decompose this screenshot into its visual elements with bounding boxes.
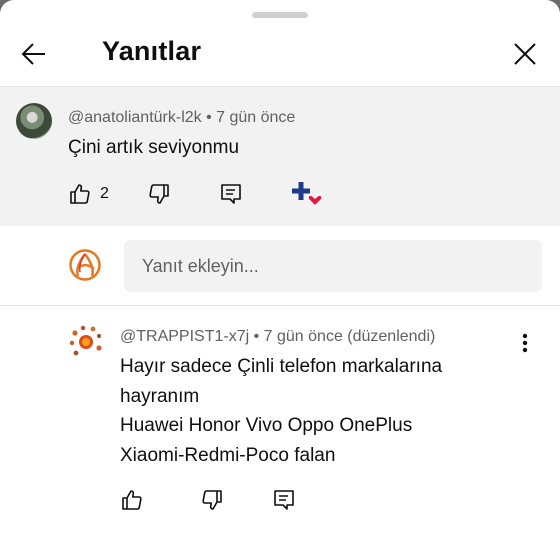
thumbs-up-icon	[120, 488, 144, 512]
avatar[interactable]	[68, 324, 104, 360]
comment-author[interactable]: @anatoliantürk-l2k	[68, 109, 202, 126]
close-button[interactable]	[505, 34, 545, 74]
meta-separator: •	[249, 328, 264, 345]
avatar[interactable]	[16, 103, 52, 139]
comment-actions	[120, 488, 296, 512]
reply-button[interactable]	[219, 182, 243, 206]
creator-heart-icon	[291, 180, 323, 208]
comment-text: Hayır sadece Çinli telefon markalarına h…	[120, 352, 520, 470]
avatar[interactable]	[68, 248, 102, 282]
reply-icon	[272, 488, 296, 512]
like-button[interactable]	[120, 488, 144, 512]
comment-author[interactable]: @TRAPPIST1-x7j	[120, 328, 249, 345]
comment-time: 7 gün önce (düzenlendi)	[263, 328, 436, 345]
comment-text: Çini artık seviyonmu	[68, 137, 240, 158]
back-arrow-icon	[20, 40, 48, 68]
reply-composer	[0, 226, 560, 306]
replies-sheet: Yanıtlar @anatoliantürk-l2k • 7 gün önce…	[0, 0, 560, 560]
reply-button[interactable]	[272, 488, 296, 512]
dislike-button[interactable]	[147, 182, 171, 206]
reply-comment: @TRAPPIST1-x7j • 7 gün önce (düzenlendi)…	[0, 306, 560, 560]
comment-line: Xiaomi-Redmi-Poco falan	[120, 444, 336, 466]
comment-meta: @TRAPPIST1-x7j • 7 gün önce (düzenlendi)	[120, 328, 435, 346]
reply-input[interactable]	[124, 240, 542, 292]
thumbs-down-icon	[200, 488, 224, 512]
back-button[interactable]	[14, 34, 54, 74]
thumbs-down-icon	[147, 182, 171, 206]
reply-icon	[219, 182, 243, 206]
dislike-button[interactable]	[200, 488, 224, 512]
creator-heart-badge[interactable]	[291, 180, 323, 208]
meta-separator: •	[201, 109, 217, 126]
like-button[interactable]: 2	[68, 182, 109, 206]
page-title: Yanıtlar	[102, 36, 202, 66]
comment-line: Hayır sadece Çinli telefon markalarına	[120, 356, 443, 377]
comment-meta: @anatoliantürk-l2k • 7 gün önce	[68, 109, 295, 127]
parent-comment: @anatoliantürk-l2k • 7 gün önce Çini art…	[0, 86, 560, 226]
header: Yanıtlar	[0, 18, 560, 86]
comment-time: 7 gün önce	[216, 109, 296, 126]
comment-line: Huawei Honor Vivo Oppo OnePlus	[120, 415, 413, 436]
close-icon	[513, 42, 537, 66]
like-count: 2	[100, 185, 109, 202]
comment-line: hayranım	[120, 385, 200, 407]
more-vert-icon	[522, 333, 528, 353]
comment-actions: 2	[68, 180, 323, 208]
thumbs-up-icon	[68, 182, 92, 206]
